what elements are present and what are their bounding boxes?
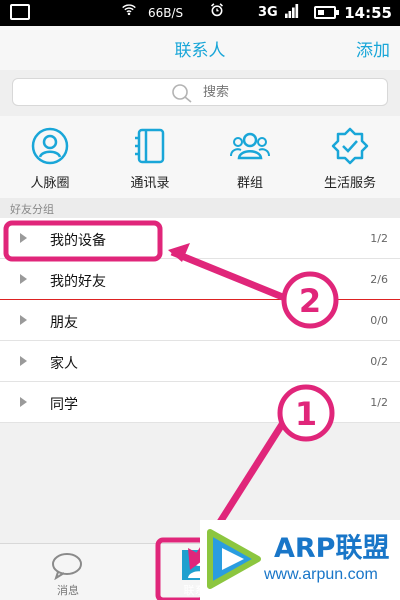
quick-entry-label: 人脉圈 <box>30 176 70 191</box>
group-icon <box>230 132 270 160</box>
quick-entry-label: 群组 <box>236 176 263 191</box>
group-name: 我的好友 <box>50 274 106 290</box>
friend-group-row[interactable]: 朋友 0/0 <box>0 300 400 341</box>
quick-entry-groups[interactable]: 群组 <box>200 116 300 198</box>
friend-group-row[interactable]: 家人 0/2 <box>0 341 400 382</box>
quick-entry-label: 通讯录 <box>130 176 170 191</box>
tab-label: 消息 <box>57 584 79 597</box>
usb-icon <box>10 4 30 20</box>
section-title: 好友分组 <box>10 203 54 216</box>
group-name: 同学 <box>50 397 78 413</box>
add-contact-button[interactable]: 添加 <box>356 36 390 61</box>
quick-entry-life-services[interactable]: 生活服务 <box>300 116 400 198</box>
page-title: 联系人 <box>174 41 226 61</box>
network-type: 3G <box>258 5 278 20</box>
net-speed: 66B/S <box>148 6 184 20</box>
friend-groups-header: 好友分组 <box>0 198 400 218</box>
expand-arrow-icon <box>20 274 27 284</box>
group-count: 1/2 <box>370 396 388 409</box>
group-name: 家人 <box>50 356 78 372</box>
group-count: 0/2 <box>370 355 388 368</box>
quick-entry-social-circle[interactable]: 人脉圈 <box>0 116 100 198</box>
watermark: ARP联盟 www.arpun.com <box>200 520 400 600</box>
group-name: 朋友 <box>50 315 78 331</box>
watermark-brand: ARP联盟 <box>274 533 390 564</box>
signal-icon <box>285 4 299 18</box>
group-name: 我的设备 <box>50 233 106 249</box>
people-circle-icon <box>31 127 69 165</box>
friend-group-row[interactable]: 我的设备 1/2 <box>0 218 400 259</box>
friend-group-list: 我的设备 1/2 我的好友 2/6 朋友 0/0 家人 0/2 同学 1/2 <box>0 218 400 423</box>
expand-arrow-icon <box>20 233 27 243</box>
quick-entry-address-book[interactable]: 通讯录 <box>100 116 200 198</box>
app-header: 联系人 添加 <box>0 26 400 70</box>
search-box[interactable] <box>12 78 388 106</box>
clock: 14:55 <box>344 4 392 22</box>
chat-bubble-icon <box>52 553 82 580</box>
battery-icon <box>314 6 339 19</box>
group-count: 0/0 <box>370 314 388 327</box>
friend-group-row[interactable]: 我的好友 2/6 <box>0 259 400 300</box>
search-bar <box>0 70 400 116</box>
search-input[interactable] <box>203 84 323 99</box>
quick-entries: 人脉圈 通讯录 群组 生活服务 <box>0 116 400 198</box>
search-icon <box>172 84 192 103</box>
play-logo-icon <box>207 529 261 589</box>
expand-arrow-icon <box>20 356 27 366</box>
expand-arrow-icon <box>20 397 27 407</box>
wifi-icon <box>122 4 136 16</box>
group-count: 1/2 <box>370 232 388 245</box>
status-bar: 66B/S 3G 14:55 <box>0 0 400 26</box>
quick-entry-label: 生活服务 <box>323 176 376 191</box>
address-book-icon <box>135 128 165 164</box>
tab-messages[interactable]: 消息 <box>18 544 118 600</box>
friend-group-row[interactable]: 同学 1/2 <box>0 382 400 423</box>
service-badge-icon <box>331 127 369 165</box>
expand-arrow-icon <box>20 315 27 325</box>
watermark-url: www.arpun.com <box>264 566 378 583</box>
divider-line <box>0 299 400 300</box>
group-count: 2/6 <box>370 273 388 286</box>
alarm-icon <box>211 3 223 17</box>
